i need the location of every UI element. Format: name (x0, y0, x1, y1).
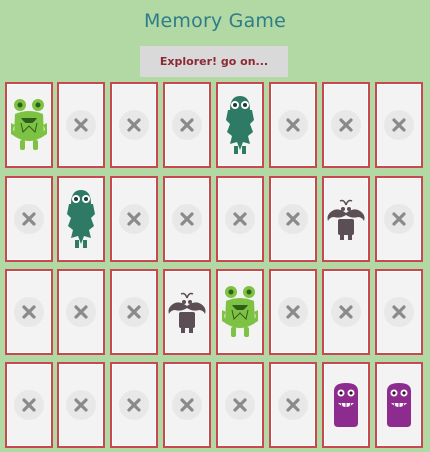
x-icon (14, 204, 44, 234)
x-icon (278, 297, 308, 327)
mustache-monster-icon (165, 290, 209, 334)
x-icon (66, 390, 96, 420)
x-icon (225, 390, 255, 420)
card-face-down[interactable] (375, 269, 423, 355)
card-face-down[interactable] (216, 176, 264, 262)
card-face-up[interactable] (163, 269, 211, 355)
card-face-down[interactable] (110, 82, 158, 168)
mustache-monster-icon (324, 197, 368, 241)
green-frog-monster-icon (11, 96, 47, 154)
x-icon (278, 204, 308, 234)
x-icon (14, 297, 44, 327)
card-face-down[interactable] (375, 82, 423, 168)
card-face-down[interactable] (5, 362, 53, 448)
card-face-down[interactable] (110, 176, 158, 262)
x-icon (119, 110, 149, 140)
green-frog-monster-icon (222, 283, 258, 341)
x-icon (66, 110, 96, 140)
card-face-down[interactable] (375, 176, 423, 262)
card-grid (0, 0, 430, 452)
card-face-down[interactable] (163, 176, 211, 262)
x-icon (331, 110, 361, 140)
purple-blob-monster-icon (331, 381, 361, 429)
card-face-up[interactable] (5, 82, 53, 168)
card-face-down[interactable] (269, 82, 317, 168)
card-face-up[interactable] (322, 176, 370, 262)
bearded-monster-icon (64, 188, 98, 250)
card-face-up[interactable] (57, 176, 105, 262)
x-icon (119, 297, 149, 327)
card-face-down[interactable] (216, 362, 264, 448)
x-icon (14, 390, 44, 420)
x-icon (119, 390, 149, 420)
x-icon (278, 390, 308, 420)
card-face-up[interactable] (322, 362, 370, 448)
x-icon (331, 297, 361, 327)
x-icon (119, 204, 149, 234)
card-face-down[interactable] (110, 269, 158, 355)
bearded-monster-icon (223, 94, 257, 156)
card-face-down[interactable] (110, 362, 158, 448)
card-face-down[interactable] (57, 362, 105, 448)
card-face-down[interactable] (322, 82, 370, 168)
x-icon (384, 110, 414, 140)
card-face-down[interactable] (57, 269, 105, 355)
card-face-down[interactable] (163, 82, 211, 168)
card-face-up[interactable] (216, 82, 264, 168)
purple-blob-monster-icon (384, 381, 414, 429)
x-icon (278, 110, 308, 140)
x-icon (172, 390, 202, 420)
x-icon (172, 204, 202, 234)
x-icon (225, 204, 255, 234)
card-face-down[interactable] (5, 176, 53, 262)
card-face-down[interactable] (57, 82, 105, 168)
x-icon (384, 297, 414, 327)
card-face-down[interactable] (269, 362, 317, 448)
x-icon (384, 204, 414, 234)
card-face-down[interactable] (322, 269, 370, 355)
x-icon (172, 110, 202, 140)
x-icon (66, 297, 96, 327)
card-face-down[interactable] (269, 176, 317, 262)
card-face-down[interactable] (163, 362, 211, 448)
card-face-down[interactable] (5, 269, 53, 355)
card-face-up[interactable] (375, 362, 423, 448)
card-face-up[interactable] (216, 269, 264, 355)
card-face-down[interactable] (269, 269, 317, 355)
